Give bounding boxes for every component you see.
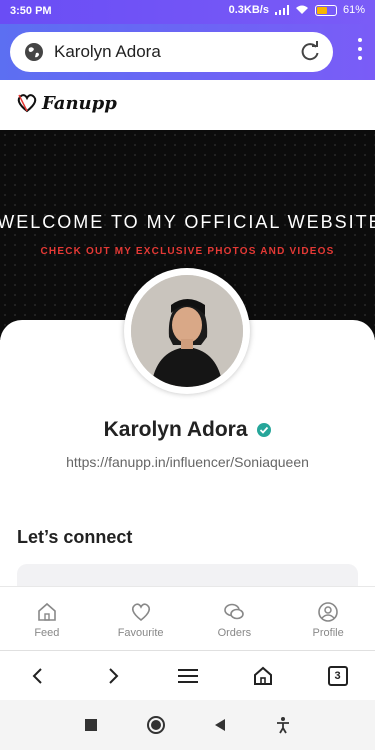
- chat-icon: [224, 603, 245, 619]
- profile-link[interactable]: https://fanupp.in/influencer/Soniaqueen: [0, 454, 375, 470]
- profile-name: Karolyn Adora: [103, 418, 248, 441]
- avatar-photo: [131, 275, 243, 387]
- forward-button[interactable]: [98, 661, 128, 691]
- recents-icon[interactable]: [84, 718, 98, 732]
- bottom-nav: Feed Favourite Orders Profile: [0, 586, 375, 651]
- browser-toolbar: Karolyn Adora: [0, 24, 375, 80]
- back-triangle-icon[interactable]: [213, 718, 227, 732]
- home-icon: [38, 602, 56, 621]
- chevron-left-icon: [32, 668, 42, 684]
- address-text[interactable]: Karolyn Adora: [54, 42, 299, 62]
- battery-percent: 61%: [342, 4, 365, 16]
- profile-name-row: Karolyn Adora: [0, 418, 375, 442]
- banner-title: WELCOME TO MY OFFICIAL WEBSITE: [0, 212, 375, 232]
- nav-feed[interactable]: Feed: [0, 587, 94, 651]
- banner-subtitle: CHECK OUT MY EXCLUSIVE PHOTOS AND VIDEOS: [40, 246, 335, 257]
- avatar[interactable]: [124, 268, 250, 394]
- heart-logo-icon: [17, 94, 37, 113]
- system-nav-bar: [0, 700, 375, 750]
- tab-count: 3: [327, 666, 348, 686]
- battery-icon: [314, 4, 337, 16]
- nav-favourite-label: Favourite: [117, 626, 164, 639]
- accessibility-icon[interactable]: [275, 716, 291, 734]
- menu-button[interactable]: [173, 661, 203, 691]
- profile-icon: [318, 601, 338, 622]
- avatar-illustration: [131, 275, 243, 387]
- globe-icon: [25, 43, 43, 61]
- home-outline-icon: [253, 666, 272, 685]
- status-time: 3:50 PM: [10, 5, 52, 17]
- heart-icon: [131, 602, 150, 621]
- home-button[interactable]: [248, 661, 278, 691]
- nav-favourite[interactable]: Favourite: [94, 587, 188, 651]
- nav-feed-label: Feed: [34, 626, 60, 639]
- verified-icon: [257, 423, 272, 438]
- browser-bottom-bar: 3: [0, 650, 375, 701]
- reload-icon[interactable]: [299, 41, 321, 63]
- wifi-icon: [295, 5, 308, 14]
- logo-text: Fanupp: [42, 92, 117, 114]
- back-button[interactable]: [23, 661, 53, 691]
- status-bar: 3:50 PM 0.3KB/s 61%: [0, 0, 375, 24]
- nav-profile[interactable]: Profile: [281, 587, 375, 651]
- nav-orders[interactable]: Orders: [188, 587, 282, 651]
- signal-icon: [274, 5, 289, 15]
- hamburger-icon: [177, 669, 198, 683]
- status-icons: 0.3KB/s 61%: [229, 4, 365, 16]
- address-bar[interactable]: Karolyn Adora: [10, 32, 333, 72]
- tabs-button[interactable]: 3: [323, 661, 353, 691]
- home-circle-icon[interactable]: [146, 715, 166, 735]
- chevron-right-icon: [108, 668, 118, 684]
- network-speed: 0.3KB/s: [228, 4, 269, 16]
- overflow-menu-icon[interactable]: [353, 38, 367, 66]
- site-header: Fanupp: [0, 80, 375, 130]
- nav-profile-label: Profile: [312, 626, 344, 639]
- fanupp-logo[interactable]: Fanupp: [16, 92, 117, 114]
- connect-heading: Let’s connect: [17, 527, 133, 547]
- nav-orders-label: Orders: [217, 626, 252, 639]
